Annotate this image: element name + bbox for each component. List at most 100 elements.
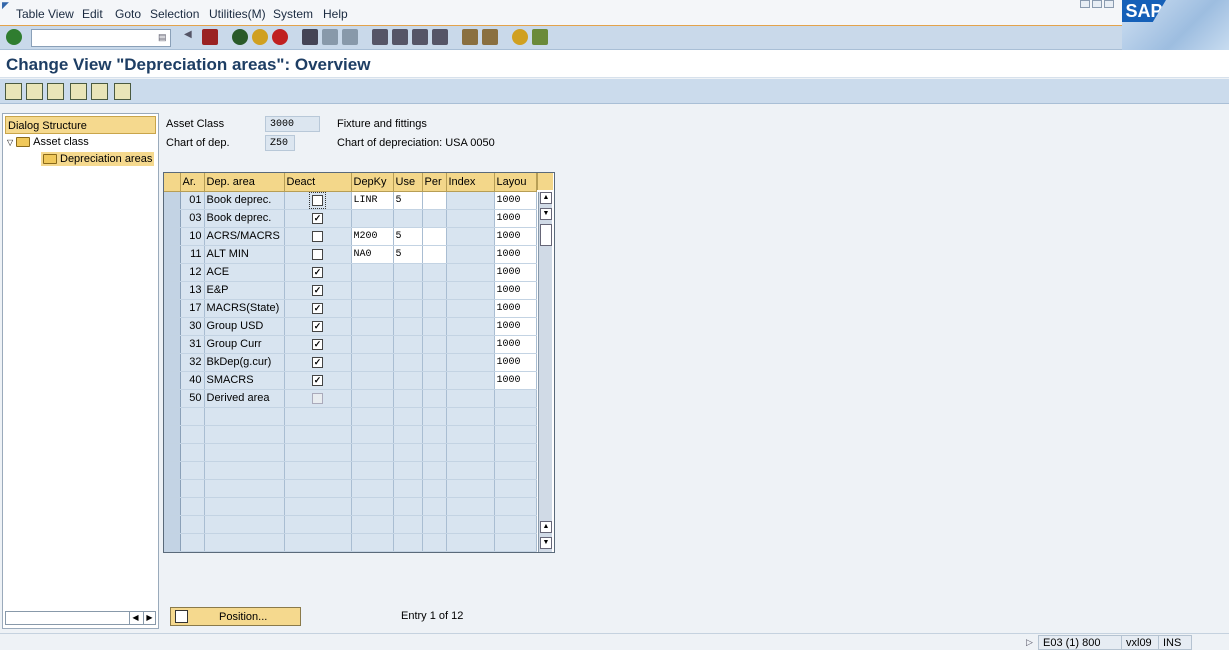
menu-utilities[interactable]: Utilities(M) [209, 7, 266, 21]
deact-checkbox[interactable]: ✓ [312, 374, 323, 386]
select-all-rows-cell[interactable] [164, 173, 181, 192]
col-header-ar[interactable]: Ar. [180, 173, 205, 192]
scroll-page-up-icon[interactable]: ▲ [540, 521, 552, 533]
details-icon[interactable] [26, 83, 43, 100]
cell-depky[interactable]: LINR [351, 191, 394, 210]
row-selector[interactable] [164, 533, 181, 552]
next-page-icon[interactable] [412, 29, 428, 45]
table-settings-icon[interactable] [537, 173, 553, 190]
deact-checkbox[interactable]: ✓ [312, 320, 323, 332]
find-icon[interactable] [322, 29, 338, 45]
menu-table-view[interactable]: Table View [16, 7, 74, 21]
row-selector[interactable] [164, 371, 181, 390]
display-change-icon[interactable] [5, 83, 22, 100]
deact-checkbox[interactable]: ✓ [312, 356, 323, 368]
create-session-icon[interactable] [462, 29, 478, 45]
tree-node-depreciation-areas[interactable]: Depreciation areas [41, 152, 155, 166]
cell-layout[interactable]: 1000 [494, 281, 537, 300]
insert-mode-box[interactable]: INS [1158, 635, 1192, 650]
menu-help[interactable]: Help [323, 7, 348, 21]
row-selector[interactable] [164, 443, 181, 462]
scroll-up-icon[interactable]: ▲ [540, 192, 552, 204]
position-button[interactable]: Position... [170, 607, 301, 626]
cell-layout[interactable]: 1000 [494, 209, 537, 228]
cell-use[interactable]: 5 [393, 191, 423, 210]
save-icon[interactable] [202, 29, 218, 45]
deact-checkbox[interactable] [309, 191, 326, 208]
col-header-index[interactable]: Index [446, 173, 495, 192]
select-block-icon[interactable] [91, 83, 108, 100]
cell-per[interactable] [422, 227, 447, 246]
cell-per[interactable] [422, 245, 447, 264]
cell-layout[interactable]: 1000 [494, 317, 537, 336]
sap-window-icon[interactable]: ◤ [2, 0, 9, 11]
col-header-deact[interactable]: Deact [284, 173, 352, 192]
cell-layout[interactable]: 1000 [494, 353, 537, 372]
command-field-dropdown-icon[interactable]: ▤ [158, 32, 168, 44]
close-window-icon[interactable] [1104, 0, 1114, 8]
tree-node-asset-class[interactable]: ▽ Asset class [7, 136, 89, 148]
cell-use[interactable]: 5 [393, 245, 423, 264]
cell-layout[interactable]: 1000 [494, 299, 537, 318]
layout-menu-icon[interactable] [532, 29, 548, 45]
row-selector[interactable] [164, 497, 181, 516]
row-selector[interactable] [164, 461, 181, 480]
row-selector[interactable] [164, 263, 181, 282]
undo-change-icon[interactable] [47, 83, 64, 100]
col-header-use[interactable]: Use [393, 173, 423, 192]
deact-checkbox[interactable]: ✓ [312, 338, 323, 350]
deact-checkbox[interactable]: ✓ [312, 302, 323, 314]
scroll-right-icon[interactable]: ▶ [143, 612, 155, 624]
find-next-icon[interactable] [342, 29, 358, 45]
col-header-dep-area[interactable]: Dep. area [204, 173, 285, 192]
cancel-icon[interactable] [272, 29, 288, 45]
horizontal-scrollbar[interactable]: ◀ ▶ [5, 611, 156, 625]
enter-check-icon[interactable] [6, 29, 22, 45]
first-page-icon[interactable] [372, 29, 388, 45]
collapse-arrow-icon[interactable]: ▽ [7, 138, 13, 147]
previous-page-icon[interactable] [392, 29, 408, 45]
cell-per[interactable] [422, 191, 447, 210]
deact-checkbox[interactable] [312, 248, 323, 260]
scroll-page-down-icon[interactable]: ▼ [540, 537, 552, 549]
row-selector[interactable] [164, 479, 181, 498]
cell-layout[interactable]: 1000 [494, 245, 537, 264]
cell-depky[interactable]: NA0 [351, 245, 394, 264]
row-selector[interactable] [164, 227, 181, 246]
cell-layout[interactable]: 1000 [494, 191, 537, 210]
command-collapse-icon[interactable]: ◀ [184, 29, 192, 45]
deact-checkbox[interactable]: ✓ [312, 266, 323, 278]
col-header-per[interactable]: Per [422, 173, 447, 192]
status-expand-icon[interactable]: ▷ [1026, 637, 1033, 648]
table-vertical-scrollbar[interactable]: ▲ ▼ ▲ ▼ [538, 192, 552, 552]
row-selector[interactable] [164, 425, 181, 444]
row-selector[interactable] [164, 281, 181, 300]
row-selector[interactable] [164, 299, 181, 318]
select-all-icon[interactable] [70, 83, 87, 100]
menu-selection[interactable]: Selection [150, 7, 199, 21]
menu-goto[interactable]: Goto [115, 7, 141, 21]
print-icon[interactable] [302, 29, 318, 45]
row-selector[interactable] [164, 245, 181, 264]
deselect-all-icon[interactable] [114, 83, 131, 100]
row-selector[interactable] [164, 389, 181, 408]
last-page-icon[interactable] [432, 29, 448, 45]
cell-use[interactable]: 5 [393, 227, 423, 246]
row-selector[interactable] [164, 191, 181, 210]
deact-checkbox[interactable]: ✓ [312, 212, 323, 224]
scroll-thumb[interactable] [540, 224, 552, 246]
col-header-layout[interactable]: Layou [494, 173, 537, 192]
menu-edit[interactable]: Edit [82, 7, 103, 21]
exit-icon[interactable] [252, 29, 268, 45]
shortcut-icon[interactable] [482, 29, 498, 45]
menu-system[interactable]: System [273, 7, 313, 21]
help-icon[interactable] [512, 29, 528, 45]
row-selector[interactable] [164, 209, 181, 228]
cell-layout[interactable]: 1000 [494, 371, 537, 390]
row-selector[interactable] [164, 317, 181, 336]
row-selector[interactable] [164, 407, 181, 426]
cell-layout[interactable]: 1000 [494, 335, 537, 354]
minimize-icon[interactable] [1080, 0, 1090, 8]
cell-layout[interactable]: 1000 [494, 263, 537, 282]
deact-checkbox[interactable] [312, 230, 323, 242]
